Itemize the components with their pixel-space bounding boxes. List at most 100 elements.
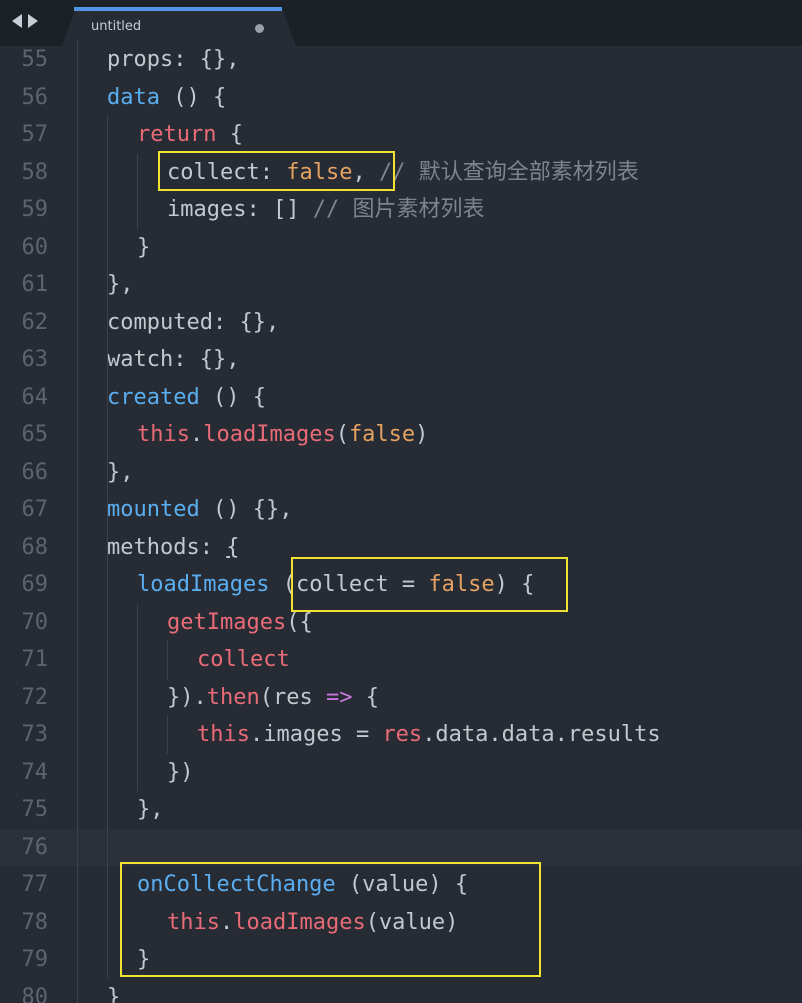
code-text: return {: [137, 116, 243, 154]
code-line[interactable]: 63 watch: {},: [0, 341, 802, 379]
line-number: 80: [21, 984, 49, 1003]
code-text: }): [167, 754, 194, 792]
code-token: then: [206, 684, 260, 710]
indent-guide: [107, 866, 108, 979]
indent-guide: [77, 41, 78, 1003]
code-line[interactable]: 66},: [0, 454, 802, 492]
code-token: loadImages: [203, 422, 336, 447]
code-line[interactable]: 56 data () {: [0, 79, 802, 117]
code-token: {: [352, 684, 379, 710]
line-number: 78: [21, 909, 49, 935]
line-number: 67: [21, 497, 49, 522]
line-number: 60: [21, 234, 49, 260]
line-number: 73: [21, 722, 49, 747]
code-token: }: [137, 234, 151, 260]
code-text: images: [] // 图片素材列表: [167, 191, 484, 229]
code-text: methods: {: [107, 529, 239, 567]
code-line[interactable]: 55 props: {},: [0, 41, 802, 79]
code-token: },: [107, 272, 134, 297]
triangle-right-icon[interactable]: [28, 14, 38, 28]
line-number: 76: [21, 834, 49, 860]
code-line[interactable]: 74}): [0, 754, 802, 792]
code-line[interactable]: 58 collect: false, // 默认查询全部素材列表: [0, 154, 802, 192]
line-number: 61: [21, 272, 49, 297]
code-token: .images =: [249, 722, 383, 747]
code-token: getImages: [167, 609, 287, 635]
code-token: loadImages: [137, 572, 270, 597]
code-text: props: {},: [107, 41, 239, 79]
code-text: watch: {},: [107, 341, 239, 379]
code-line[interactable]: 67 mounted () {},: [0, 491, 802, 529]
line-number: 79: [21, 947, 49, 972]
tab-title[interactable]: untitled: [91, 19, 141, 34]
line-number: 71: [21, 647, 49, 672]
code-text: mounted () {},: [107, 491, 292, 529]
code-token: },: [137, 797, 164, 822]
line-number: 72: [21, 684, 49, 710]
code-line[interactable]: 72 }).then(res => {: [0, 679, 802, 717]
code-text: },: [107, 454, 134, 492]
code-token: // 图片素材列表: [312, 197, 485, 222]
code-text: },: [107, 266, 134, 304]
code-text: this.loadImages(false): [137, 416, 428, 454]
code-line[interactable]: 59 images: [] // 图片素材列表: [0, 191, 802, 229]
code-line[interactable]: 64 created () {: [0, 379, 802, 417]
code-token: },: [107, 459, 134, 485]
code-text: }: [137, 229, 150, 267]
tab-bar: untitled: [0, 0, 802, 46]
indent-guide: [107, 116, 108, 979]
code-token: .: [189, 422, 204, 447]
code-line[interactable]: 71 collect: [0, 641, 802, 679]
line-number: 56: [21, 84, 49, 110]
line-number: 63: [21, 347, 49, 372]
code-line[interactable]: 62 computed: {},: [0, 304, 802, 342]
code-line[interactable]: 76: [0, 828, 802, 866]
triangle-left-icon[interactable]: [12, 14, 22, 28]
code-text: },: [137, 791, 164, 829]
code-token: .data.data.results: [422, 722, 661, 747]
highlight-box-load-images-params: [291, 557, 568, 612]
code-token: // 默认查询全部素材列表: [378, 159, 639, 185]
line-number: 62: [21, 309, 49, 335]
code-line[interactable]: 61},: [0, 266, 802, 304]
code-token: created: [107, 384, 200, 410]
code-line[interactable]: 60}: [0, 229, 802, 267]
line-number: 75: [21, 797, 49, 822]
line-number: 69: [21, 572, 49, 597]
line-number: 59: [21, 197, 49, 222]
indent-guide: [167, 716, 168, 754]
code-text: }: [107, 979, 120, 1003]
code-text: data () {: [107, 79, 226, 117]
code-text: }).then(res => {: [167, 679, 379, 717]
code-line[interactable]: 57 return {: [0, 116, 802, 154]
code-line[interactable]: 80}: [0, 979, 802, 1003]
line-number: 58: [21, 159, 49, 185]
code-token: computed: {},: [107, 309, 280, 335]
code-token: return: [137, 122, 217, 147]
indent-guide: [137, 153, 138, 229]
line-number: 74: [21, 759, 49, 785]
unsaved-dot-icon[interactable]: [255, 24, 264, 33]
code-token: }: [107, 984, 121, 1003]
line-number: 77: [21, 872, 49, 897]
code-token: res: [382, 722, 423, 747]
line-number: 57: [21, 122, 49, 147]
code-token: false: [348, 422, 416, 447]
code-text: this.images = res.data.data.results: [197, 716, 661, 754]
code-line[interactable]: 73 this.images = res.data.data.results: [0, 716, 802, 754]
code-token: ): [415, 422, 429, 447]
code-token: this: [137, 422, 190, 447]
code-text: created () {: [107, 379, 266, 417]
line-number: 66: [21, 459, 49, 485]
code-token: ({: [286, 609, 313, 635]
code-line[interactable]: 75},: [0, 791, 802, 829]
code-token: }): [167, 759, 194, 785]
code-token: () {},: [199, 497, 293, 522]
code-editor[interactable]: 55 props: {}, 56 data () { 57 return {58 colle…: [0, 41, 802, 1003]
code-token: mounted: [107, 497, 200, 522]
highlight-box-on-collect-change: [120, 862, 541, 977]
line-number: 55: [21, 47, 49, 72]
highlight-box-collect-false: [158, 151, 395, 191]
code-token: {: [226, 534, 240, 560]
code-line[interactable]: 65 this.loadImages(false): [0, 416, 802, 454]
